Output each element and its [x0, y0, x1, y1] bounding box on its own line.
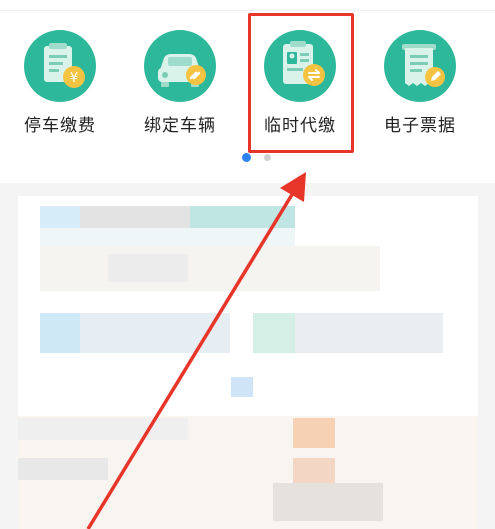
- annotation-arrow: [86, 172, 306, 529]
